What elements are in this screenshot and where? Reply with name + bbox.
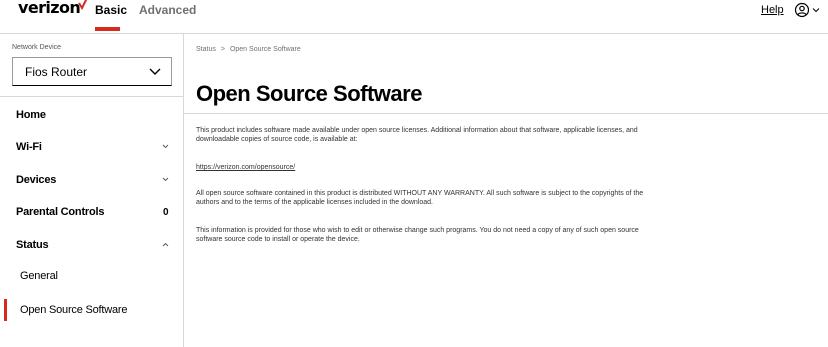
active-item-indicator	[4, 299, 7, 321]
sidebar-item-label: Wi-Fi	[16, 141, 42, 153]
sidebar-item-wifi[interactable]: Wi-Fi	[0, 136, 183, 158]
title-divider	[184, 113, 828, 114]
sidebar-item-parental-controls[interactable]: Parental Controls 0	[0, 201, 183, 223]
breadcrumb-status[interactable]: Status	[196, 46, 216, 53]
help-link[interactable]: Help	[761, 4, 784, 16]
sidebar-item-label: Devices	[16, 174, 57, 186]
sidebar: Network Device Fios Router Home Wi-Fi De…	[0, 34, 184, 347]
parental-controls-count: 0	[163, 206, 169, 218]
sidebar-item-status[interactable]: Status	[0, 234, 183, 256]
sidebar-subitem-general[interactable]: General	[0, 265, 183, 287]
sidebar-subitem-label: Open Source Software	[20, 304, 128, 316]
active-tab-indicator	[95, 27, 120, 31]
sidebar-item-label: Status	[16, 239, 49, 251]
license-paragraph: This product includes software made avai…	[196, 127, 638, 143]
breadcrumb-current: Open Source Software	[229, 46, 301, 53]
sidebar-item-label: Parental Controls	[16, 206, 105, 218]
warranty-paragraph: All open source software contained in th…	[196, 190, 644, 206]
chevron-down-icon	[812, 8, 820, 13]
tab-advanced[interactable]: Advanced	[139, 4, 196, 16]
chevron-down-icon	[162, 144, 169, 149]
sidebar-subitem-label: General	[20, 270, 58, 282]
sidebar-item-label: Home	[16, 109, 46, 121]
sidebar-divider	[0, 96, 184, 97]
user-icon	[794, 2, 810, 18]
tab-basic[interactable]: Basic	[95, 4, 127, 16]
user-menu-button[interactable]	[794, 2, 820, 18]
sidebar-subitem-open-source-software[interactable]: Open Source Software	[0, 299, 183, 321]
network-device-select[interactable]: Fios Router	[12, 57, 172, 86]
sidebar-item-home[interactable]: Home	[0, 104, 183, 126]
breadcrumb: Status > Open Source Software	[196, 46, 301, 53]
chevron-up-icon	[162, 242, 169, 247]
breadcrumb-separator: >	[220, 46, 225, 53]
top-header: verizon Basic Advanced Help	[0, 0, 828, 34]
page-title: Open Source Software	[196, 81, 422, 106]
network-device-label: Network Device	[12, 44, 62, 51]
chevron-down-icon	[162, 177, 169, 182]
logo-check-icon	[78, 0, 88, 10]
sidebar-item-devices[interactable]: Devices	[0, 169, 183, 191]
verizon-logo[interactable]: verizon	[18, 0, 88, 20]
open-source-link[interactable]: https://verizon.com/opensource/	[196, 164, 295, 171]
logo-text: verizon	[18, 0, 81, 17]
chevron-down-icon	[149, 68, 161, 75]
info-paragraph: This information is provided for those w…	[196, 227, 639, 243]
device-select-value: Fios Router	[25, 64, 88, 79]
